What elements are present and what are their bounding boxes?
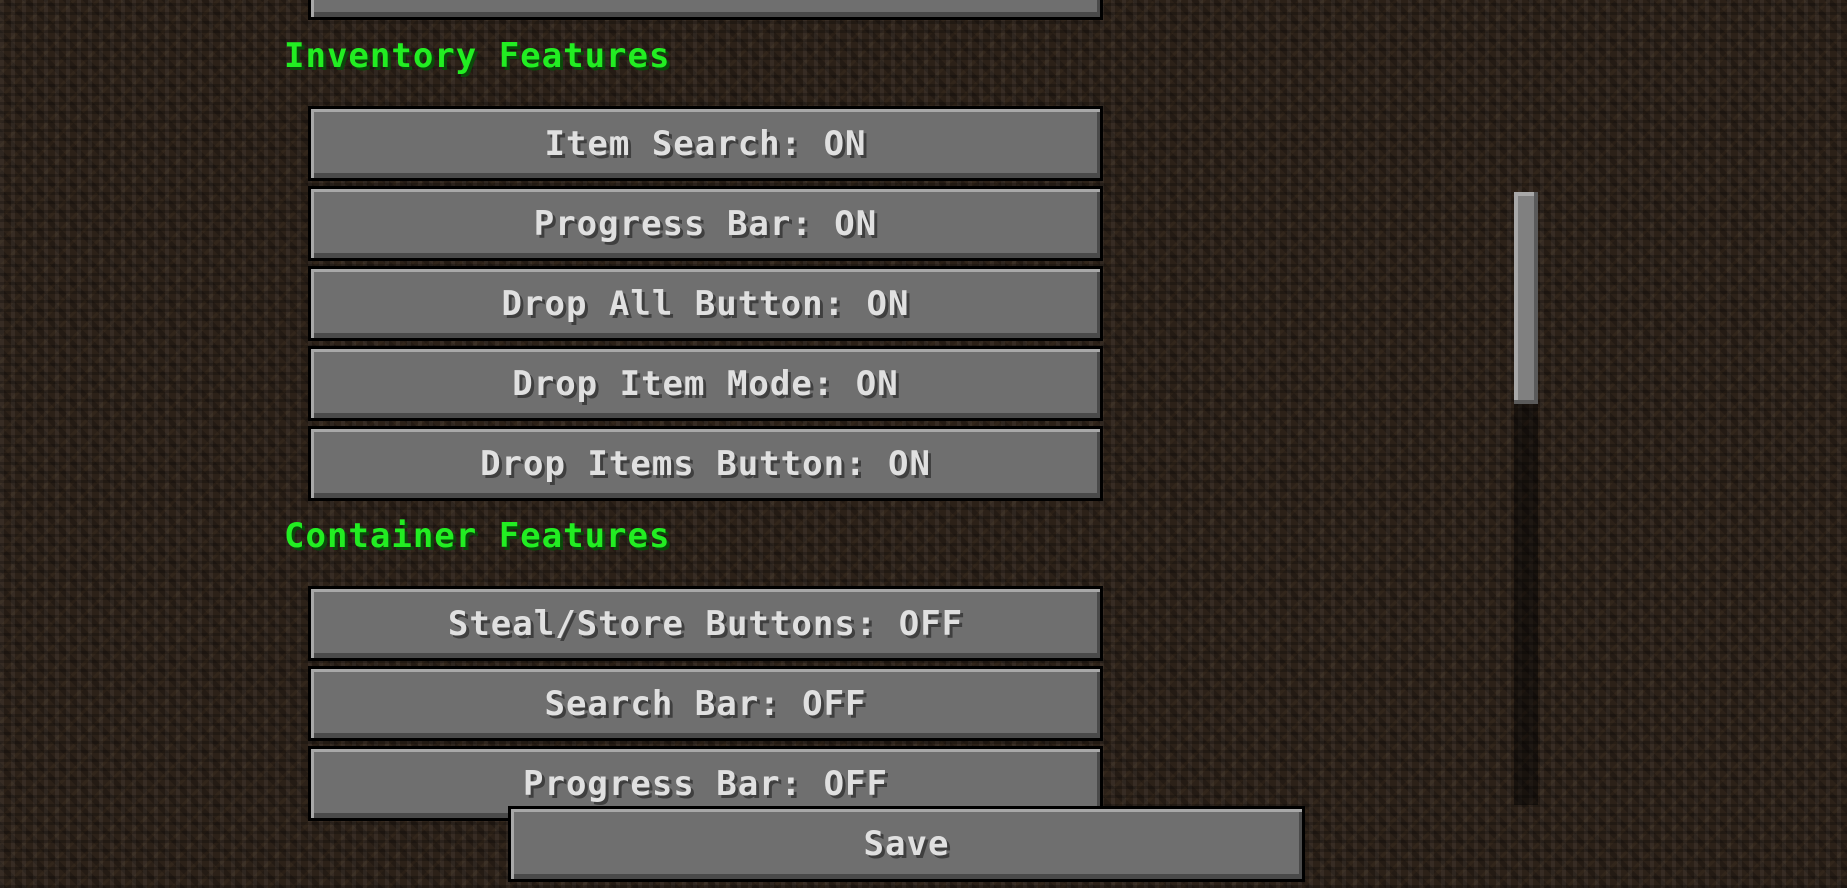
save-button[interactable]: Save [508,806,1305,882]
save-button-label: Save [863,824,950,864]
inventory-features-heading: Inventory Features [284,36,671,76]
steal-store-buttons-label: Steal/Store Buttons: OFF [447,603,964,644]
inventory-progress-bar-label: Progress Bar: ON [533,203,878,244]
drop-items-button-label: Drop Items Button: ON [480,443,931,484]
drop-all-button-label: Drop All Button: ON [501,283,910,324]
search-bar-toggle[interactable]: Search Bar: OFF [308,666,1103,741]
item-search-toggle[interactable]: Item Search: ON [308,106,1103,181]
item-search-label: Item Search: ON [544,123,867,164]
inventory-progress-bar-toggle[interactable]: Progress Bar: ON [308,186,1103,261]
drop-item-mode-toggle[interactable]: Drop Item Mode: ON [308,346,1103,421]
container-features-heading: Container Features [284,516,671,556]
drop-item-mode-label: Drop Item Mode: ON [512,363,899,404]
steal-store-buttons-toggle[interactable]: Steal/Store Buttons: OFF [308,586,1103,661]
settings-list: Inventory Features Item Search: ON Progr… [0,0,1847,888]
drop-items-button-toggle[interactable]: Drop Items Button: ON [308,426,1103,501]
partial-option-button[interactable] [308,0,1103,20]
search-bar-label: Search Bar: OFF [544,683,867,724]
container-progress-bar-label: Progress Bar: OFF [523,763,888,804]
scrollbar-thumb[interactable] [1514,192,1538,404]
drop-all-button-toggle[interactable]: Drop All Button: ON [308,266,1103,341]
